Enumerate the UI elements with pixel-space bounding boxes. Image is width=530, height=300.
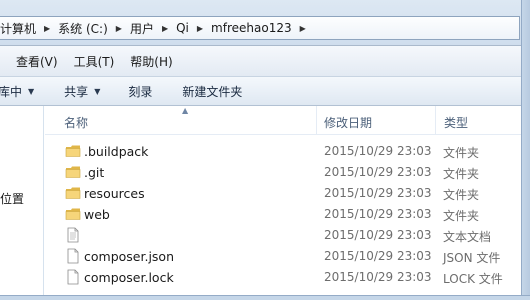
new-folder-button[interactable]: 新建文件夹 — [182, 83, 242, 100]
chevron-down-icon: ▼ — [28, 86, 35, 96]
column-header: ▲ 名称 修改日期 类型 — [45, 106, 530, 135]
burn-button[interactable]: 刻录 — [128, 83, 152, 100]
file-date: 2015/10/29 23:03 — [324, 144, 432, 158]
column-divider[interactable] — [316, 106, 317, 135]
column-divider[interactable] — [435, 106, 436, 135]
file-row[interactable]: web 2015/10/29 23:03 文件夹 — [45, 204, 530, 225]
command-bar: 库中 ▼ 共享 ▼ 刻录 新建文件夹 — [0, 76, 530, 106]
breadcrumb-mfreehao123[interactable]: mfreehao123 — [208, 21, 295, 35]
file-date: 2015/10/29 23:03 — [324, 165, 432, 179]
file-type: 文件夹 — [443, 167, 480, 181]
column-type[interactable]: 类型 — [444, 114, 468, 131]
menu-tools[interactable]: 工具(T) — [66, 53, 123, 70]
file-date: 2015/10/29 23:03 — [324, 228, 432, 242]
file-type: 文本文档 — [443, 230, 492, 244]
address-bar[interactable]: 计算机 ▶ 系统 (C:) ▶ 用户 ▶ Qi ▶ mfreehao123 ▶ — [0, 16, 520, 40]
folder-icon — [65, 145, 81, 157]
file-type: 文件夹 — [443, 209, 480, 223]
file-row[interactable]: composer.json 2015/10/29 23:03 JSON 文件 — [45, 246, 530, 267]
breadcrumb-users[interactable]: 用户 — [127, 20, 157, 37]
burn-label: 刻录 — [128, 84, 153, 99]
file-date: 2015/10/29 23:03 — [324, 207, 432, 221]
file-name: web — [84, 207, 110, 222]
file-name: composer.lock — [84, 270, 174, 285]
column-name[interactable]: 名称 — [64, 114, 88, 131]
file-date: 2015/10/29 23:03 — [324, 270, 432, 284]
file-icon — [67, 248, 79, 264]
file-type: JSON 文件 — [443, 251, 501, 265]
breadcrumb-arrow-icon[interactable]: ▶ — [192, 24, 208, 33]
share-label: 共享 — [64, 84, 89, 99]
file-date: 2015/10/29 23:03 — [324, 186, 432, 200]
file-row[interactable]: resources 2015/10/29 23:03 文件夹 — [45, 183, 530, 204]
file-type: 文件夹 — [443, 146, 480, 160]
chevron-down-icon: ▼ — [94, 86, 101, 96]
folder-icon — [65, 187, 81, 199]
file-type: LOCK 文件 — [443, 272, 503, 286]
breadcrumb-qi[interactable]: Qi — [173, 21, 192, 35]
breadcrumb-arrow-icon[interactable]: ▶ — [39, 24, 55, 33]
file-list: ▲ 名称 修改日期 类型 .buildpack 2015/10/29 23:03… — [45, 106, 530, 300]
window-frame-right — [521, 0, 530, 300]
column-date-modified[interactable]: 修改日期 — [324, 114, 372, 131]
file-name: composer.json — [84, 249, 175, 264]
file-row[interactable]: .buildpack 2015/10/29 23:03 文件夹 — [45, 141, 530, 162]
new-folder-label: 新建文件夹 — [182, 84, 243, 99]
breadcrumb-arrow-icon[interactable]: ▶ — [295, 24, 311, 33]
file-row[interactable]: 2015/10/29 23:03 文本文档 — [45, 225, 530, 246]
file-name: .git — [84, 165, 105, 180]
file-row[interactable]: composer.lock 2015/10/29 23:03 LOCK 文件 — [45, 267, 530, 288]
file-name: .buildpack — [84, 144, 149, 159]
window-frame-bottom — [0, 295, 530, 300]
menu-bar: 查看(V) 工具(T) 帮助(H) — [0, 46, 530, 76]
navigation-pane: 位置 — [0, 106, 44, 300]
menu-help[interactable]: 帮助(H) — [122, 53, 180, 70]
include-in-library-label: 库中 — [0, 84, 23, 99]
text-file-icon — [67, 227, 79, 243]
sort-up-icon: ▲ — [182, 106, 189, 115]
file-name: resources — [84, 186, 145, 201]
file-row[interactable]: .git 2015/10/29 23:03 文件夹 — [45, 162, 530, 183]
file-icon — [67, 269, 79, 285]
breadcrumb-arrow-icon[interactable]: ▶ — [111, 24, 127, 33]
share-button[interactable]: 共享 ▼ — [64, 83, 100, 100]
nav-item-locations[interactable]: 位置 — [0, 190, 24, 207]
address-bar-area: 计算机 ▶ 系统 (C:) ▶ 用户 ▶ Qi ▶ mfreehao123 ▶ — [0, 0, 530, 46]
breadcrumb-arrow-icon[interactable]: ▶ — [157, 24, 173, 33]
breadcrumb-computer[interactable]: 计算机 — [0, 20, 39, 37]
include-in-library-button[interactable]: 库中 ▼ — [0, 83, 34, 100]
folder-icon — [65, 166, 81, 178]
file-date: 2015/10/29 23:03 — [324, 249, 432, 263]
breadcrumb-system-drive[interactable]: 系统 (C:) — [55, 20, 111, 37]
file-type: 文件夹 — [443, 188, 480, 202]
folder-icon — [65, 208, 81, 220]
menu-view[interactable]: 查看(V) — [0, 53, 66, 70]
